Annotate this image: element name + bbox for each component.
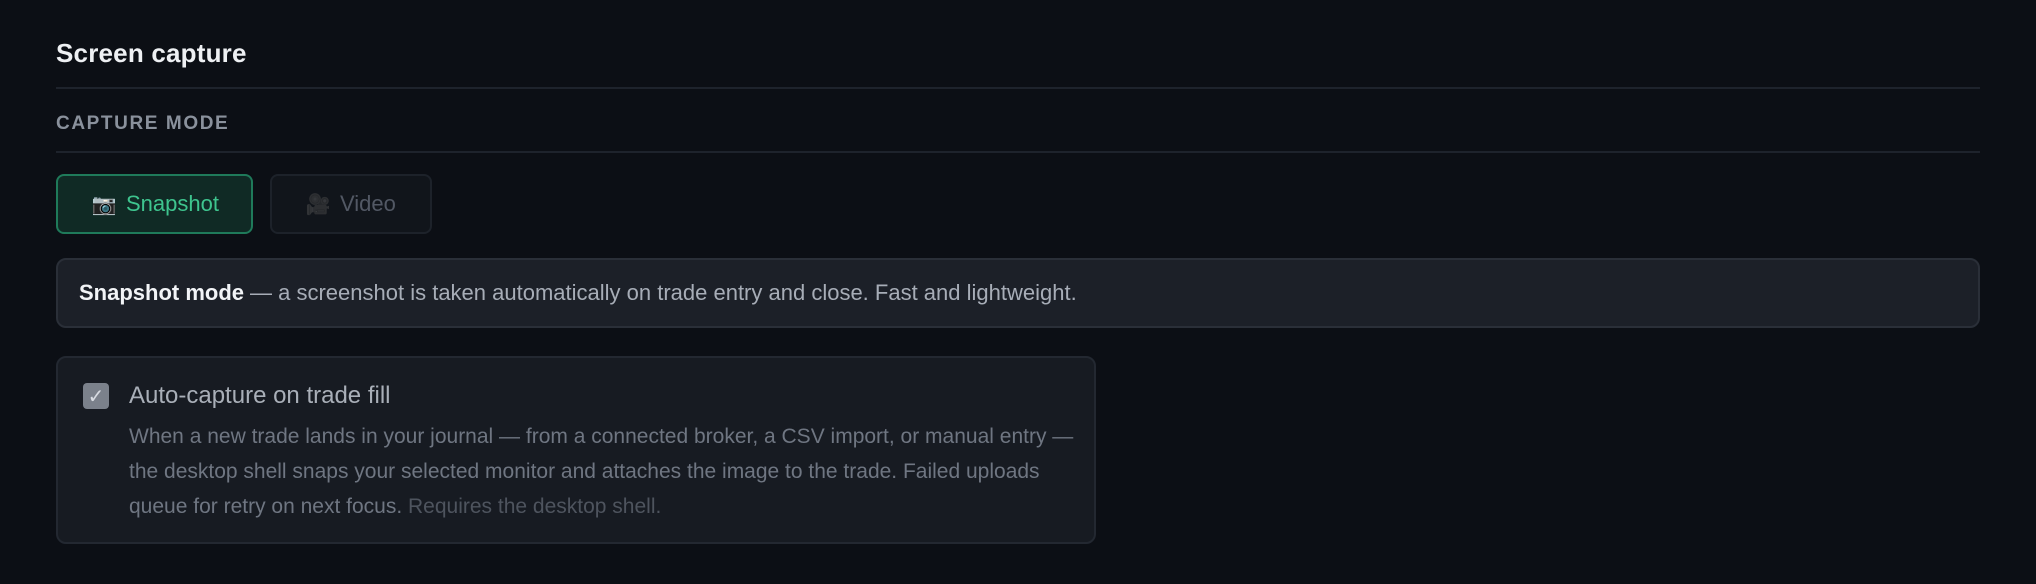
auto-capture-description: When a new trade lands in your journal —… [129, 419, 1079, 524]
video-mode-label: Video [340, 191, 396, 216]
desktop-shell-requirement: Requires the desktop shell. [408, 495, 662, 518]
section-title: Screen capture [56, 38, 247, 68]
section-divider [56, 87, 1980, 89]
auto-capture-checkbox[interactable]: ✓ [83, 383, 109, 409]
mode-description-text: — a screenshot is taken automatically on… [250, 280, 1077, 305]
auto-capture-title[interactable]: Auto-capture on trade fill [129, 382, 390, 410]
snapshot-mode-label: Snapshot [126, 191, 219, 216]
auto-capture-card: ✓ Auto-capture on trade fill When a new … [56, 356, 1096, 544]
checkmark-icon: ✓ [87, 385, 105, 408]
mode-description-title: Snapshot mode [79, 280, 245, 305]
capture-mode-heading: CAPTURE MODE [56, 113, 230, 134]
snapshot-mode-button[interactable]: 📷 Snapshot [56, 174, 253, 234]
mode-description-box: Snapshot mode — a screenshot is taken au… [56, 258, 1980, 328]
capture-mode-divider [56, 151, 1980, 153]
video-camera-icon: 🎥 [305, 193, 331, 216]
camera-icon: 📷 [91, 193, 117, 216]
video-mode-button[interactable]: 🎥 Video [270, 174, 432, 234]
